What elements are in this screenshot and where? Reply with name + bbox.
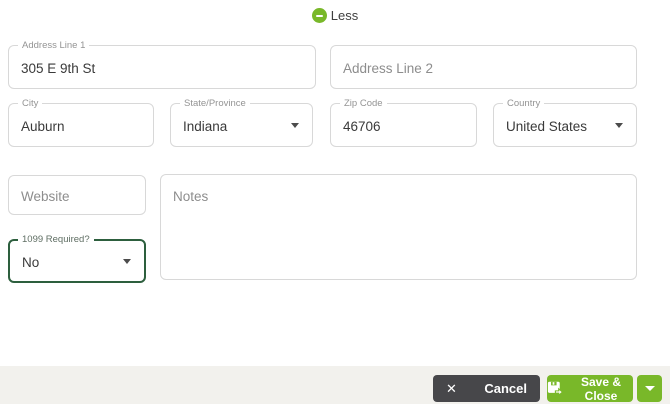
less-toggle-button[interactable]: Less [310, 6, 360, 25]
city-label: City [18, 98, 43, 110]
chevron-down-icon [291, 123, 299, 128]
state-province-label: State/Province [180, 98, 250, 110]
1099-required-dropdown[interactable]: 1099 Required? No [8, 234, 146, 283]
toggle-row: Less [0, 6, 670, 25]
address-line-1-input[interactable] [21, 58, 303, 76]
save-options-button[interactable] [637, 375, 662, 402]
address-line-1-label: Address Line 1 [18, 40, 90, 52]
website-field [8, 175, 146, 215]
cancel-button[interactable]: ✕ Cancel [433, 375, 540, 402]
footer-action-bar: ✕ Cancel Save & Close [0, 366, 670, 404]
zip-code-input[interactable] [343, 116, 464, 134]
save-and-close-label: Save & Close [580, 374, 622, 403]
city-input[interactable] [21, 116, 141, 134]
vendor-address-form: Less Address Line 1 City State/Province … [0, 0, 670, 407]
state-province-value: Indiana [183, 119, 228, 134]
notes-textarea[interactable] [161, 175, 636, 279]
x-icon: ✕ [446, 381, 457, 396]
minus-circle-icon [311, 8, 327, 23]
zip-code-field: Zip Code [330, 98, 477, 147]
chevron-down-icon [123, 259, 131, 264]
website-input[interactable] [21, 186, 133, 204]
cancel-button-label: Cancel [484, 381, 527, 396]
address-line-2-field [330, 45, 637, 89]
chevron-down-icon [615, 123, 623, 128]
less-toggle-label: Less [330, 8, 359, 23]
1099-required-value: No [22, 255, 40, 270]
country-label: Country [503, 98, 545, 110]
address-line-2-input[interactable] [343, 58, 624, 76]
country-value: United States [506, 119, 588, 134]
zip-code-label: Zip Code [340, 98, 387, 110]
address-line-1-field: Address Line 1 [8, 40, 316, 89]
notes-field [160, 174, 637, 280]
1099-required-label: 1099 Required? [18, 234, 94, 246]
city-field: City [8, 98, 154, 147]
country-dropdown[interactable]: Country United States [493, 98, 637, 147]
state-province-dropdown[interactable]: State/Province Indiana [170, 98, 313, 147]
chevron-down-icon [644, 386, 655, 391]
save-and-close-button[interactable]: Save & Close [547, 374, 633, 403]
save-icon [547, 381, 563, 396]
